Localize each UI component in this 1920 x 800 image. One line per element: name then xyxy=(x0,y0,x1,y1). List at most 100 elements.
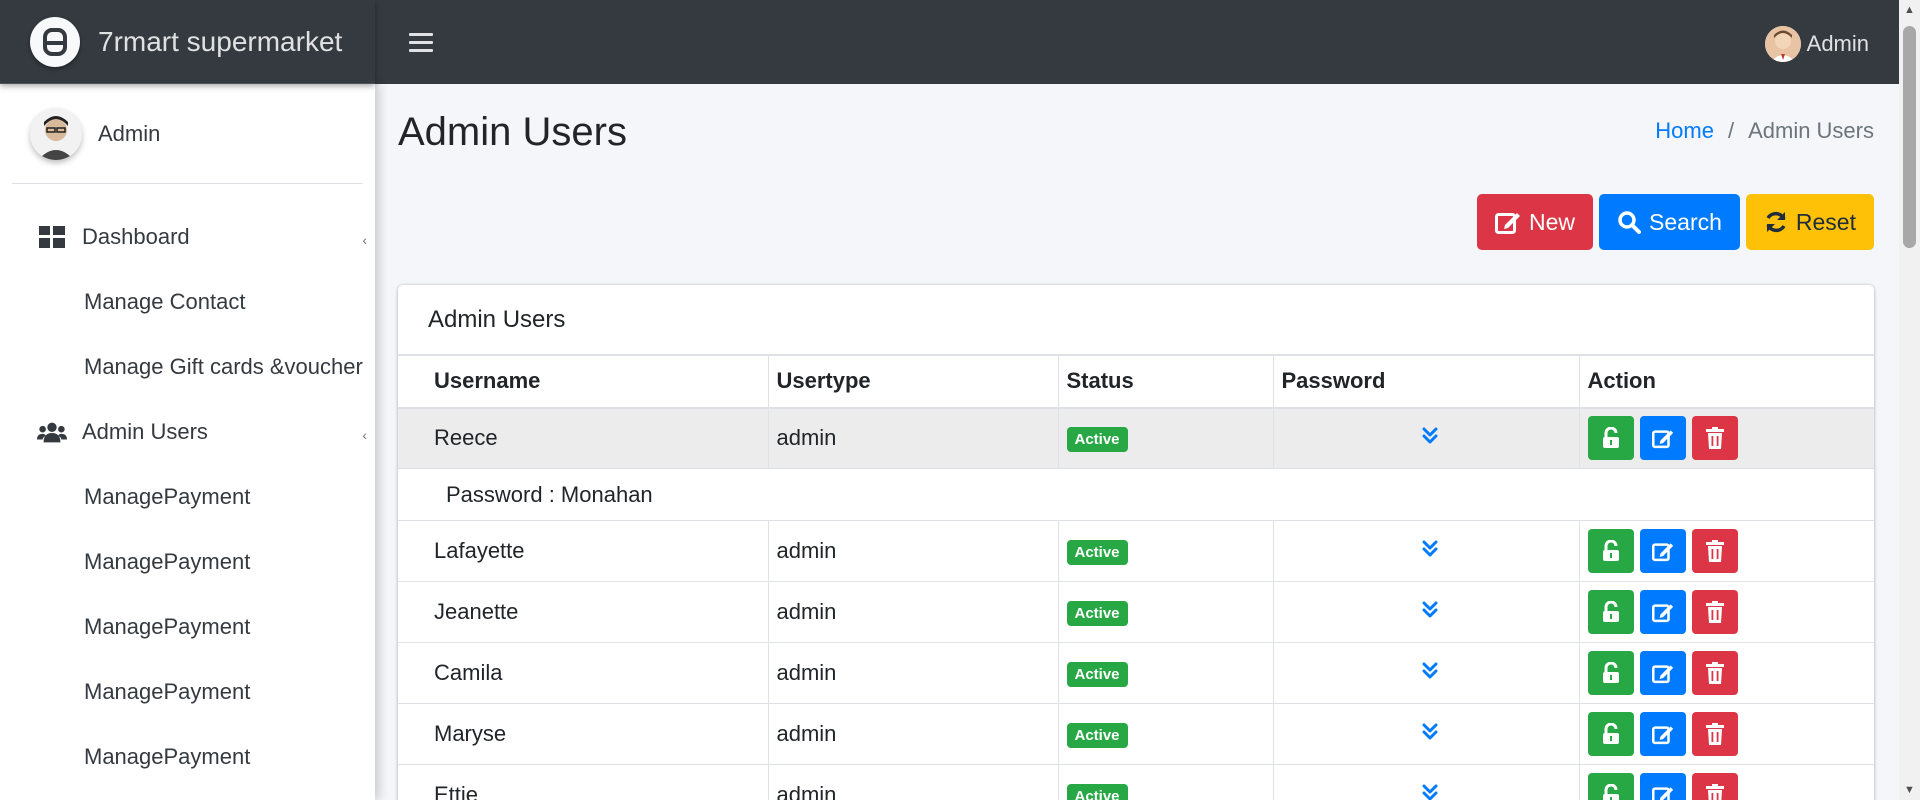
status-badge: Active xyxy=(1066,601,1128,626)
sidebar-item-manage-payment[interactable]: ManagePayment xyxy=(12,724,363,789)
table-row[interactable]: Lafayette admin Active xyxy=(398,520,1874,582)
table-row[interactable]: Ettie admin Active xyxy=(398,764,1874,800)
unlock-button[interactable] xyxy=(1587,712,1634,756)
unlock-button[interactable] xyxy=(1587,773,1634,800)
breadcrumb-separator: / xyxy=(1727,118,1735,143)
delete-button[interactable] xyxy=(1691,590,1738,634)
sidebar-avatar xyxy=(30,107,82,160)
chevron-double-down-icon[interactable] xyxy=(1422,427,1438,445)
sidebar-item-label: Manage Contact xyxy=(84,288,246,314)
delete-button[interactable] xyxy=(1691,712,1738,756)
search-button[interactable]: Search xyxy=(1599,194,1740,250)
chevron-double-down-icon[interactable] xyxy=(1422,540,1438,558)
unlock-button[interactable] xyxy=(1587,529,1634,573)
sidebar-item-manage-payment[interactable]: ManagePayment xyxy=(12,659,363,724)
edit-icon xyxy=(1495,213,1521,234)
unlock-icon xyxy=(1602,601,1619,622)
delete-button[interactable] xyxy=(1691,529,1738,573)
page-scrollbar[interactable]: ▲ ▼ xyxy=(1899,0,1920,800)
unlock-button[interactable] xyxy=(1587,651,1634,695)
sidebar-item-dashboard[interactable]: Dashboard ‹ xyxy=(12,204,367,269)
sidebar-item-label: Manage Gift cards &voucher xyxy=(84,353,363,379)
status-cell: Active xyxy=(1057,581,1274,643)
chevron-left-icon: ‹ xyxy=(362,427,367,443)
card-title: Admin Users xyxy=(398,285,1874,355)
trash-icon xyxy=(1705,427,1724,450)
chevron-left-icon: ‹ xyxy=(362,232,367,248)
menu-toggle-icon[interactable] xyxy=(409,32,433,52)
edit-button[interactable] xyxy=(1639,590,1686,634)
table-row[interactable]: Jeanette admin Active xyxy=(398,581,1874,643)
new-button-label: New xyxy=(1529,208,1576,235)
table-row[interactable]: Camila admin Active xyxy=(398,642,1874,704)
usertype-cell: admin xyxy=(767,764,1059,800)
sidebar-user-panel[interactable]: Admin xyxy=(12,84,363,184)
dashboard-icon xyxy=(37,223,67,251)
delete-button[interactable] xyxy=(1691,773,1738,800)
edit-button[interactable] xyxy=(1639,773,1686,800)
usertype-cell: admin xyxy=(767,520,1059,582)
username-cell: Maryse xyxy=(398,703,769,765)
status-badge: Active xyxy=(1066,662,1128,687)
username-cell: Reece xyxy=(398,407,769,469)
password-toggle-cell xyxy=(1272,581,1580,643)
chevron-double-down-icon[interactable] xyxy=(1422,784,1438,800)
unlock-button[interactable] xyxy=(1587,590,1634,634)
delete-button[interactable] xyxy=(1691,416,1738,461)
sidebar-item-manage-contact[interactable]: Manage Contact xyxy=(12,269,363,334)
unlock-button[interactable] xyxy=(1587,416,1634,461)
sidebar-nav: Dashboard ‹ Manage Contact Manage Gift c… xyxy=(12,184,367,789)
status-cell: Active xyxy=(1057,764,1274,800)
table-header-row: Username Usertype Status Password Action xyxy=(398,355,1874,409)
brand-link[interactable]: 7rmart supermarket xyxy=(0,0,375,84)
status-badge: Active xyxy=(1066,540,1128,565)
table-row[interactable]: Maryse admin Active xyxy=(398,703,1874,765)
chevron-double-down-icon[interactable] xyxy=(1422,601,1438,619)
top-navbar: Admin xyxy=(375,0,1899,84)
sidebar-item-manage-gift-cards[interactable]: Manage Gift cards &voucher xyxy=(12,334,363,399)
page-title: Admin Users xyxy=(398,110,627,154)
column-header-status[interactable]: Status xyxy=(1057,355,1274,409)
edit-button[interactable] xyxy=(1639,529,1686,573)
scroll-down-arrow-icon[interactable]: ▼ xyxy=(1904,784,1915,796)
status-badge: Active xyxy=(1066,723,1128,748)
delete-button[interactable] xyxy=(1691,651,1738,695)
unlock-icon xyxy=(1602,784,1619,800)
scroll-up-arrow-icon[interactable]: ▲ xyxy=(1904,4,1915,16)
sidebar-item-manage-payment[interactable]: ManagePayment xyxy=(12,529,363,594)
sidebar-item-admin-users[interactable]: Admin Users ‹ xyxy=(12,399,367,464)
reset-button[interactable]: Reset xyxy=(1745,194,1874,250)
sidebar-item-manage-payment[interactable]: ManagePayment xyxy=(12,594,363,659)
password-detail-row: Password : Monahan xyxy=(398,468,1874,521)
toolbar: New Search Reset xyxy=(1477,194,1874,250)
action-cell xyxy=(1578,764,1874,800)
search-icon xyxy=(1618,211,1642,234)
sidebar-item-label: Admin Users xyxy=(82,418,208,444)
sidebar: Admin Dashboard ‹ Manage Contact Manage … xyxy=(0,84,375,800)
action-cell xyxy=(1578,520,1874,582)
new-button[interactable]: New xyxy=(1477,194,1594,250)
column-header-action: Action xyxy=(1578,355,1874,409)
column-header-username[interactable]: Username xyxy=(398,355,769,409)
navbar-avatar xyxy=(1764,26,1801,62)
column-header-usertype[interactable]: Usertype xyxy=(767,355,1059,409)
sidebar-item-label: ManagePayment xyxy=(84,548,251,574)
usertype-cell: admin xyxy=(767,407,1059,469)
navbar-user-menu[interactable]: Admin xyxy=(1764,26,1869,62)
sidebar-item-manage-payment[interactable]: ManagePayment xyxy=(12,464,363,529)
edit-button[interactable] xyxy=(1639,651,1686,695)
chevron-double-down-icon[interactable] xyxy=(1422,662,1438,680)
table-row[interactable]: Reece admin Active xyxy=(398,407,1874,469)
admin-users-table: Username Usertype Status Password Action… xyxy=(398,355,1874,800)
chevron-double-down-icon[interactable] xyxy=(1422,723,1438,741)
column-header-password[interactable]: Password xyxy=(1272,355,1580,409)
status-cell: Active xyxy=(1057,520,1274,582)
breadcrumb-home-link[interactable]: Home xyxy=(1655,118,1714,144)
status-badge: Active xyxy=(1066,427,1128,453)
scrollbar-thumb[interactable] xyxy=(1903,26,1916,248)
action-cell xyxy=(1578,703,1874,765)
breadcrumb-current: Admin Users xyxy=(1748,118,1874,143)
edit-button[interactable] xyxy=(1639,712,1686,756)
edit-button[interactable] xyxy=(1639,416,1686,461)
users-icon xyxy=(37,418,67,446)
